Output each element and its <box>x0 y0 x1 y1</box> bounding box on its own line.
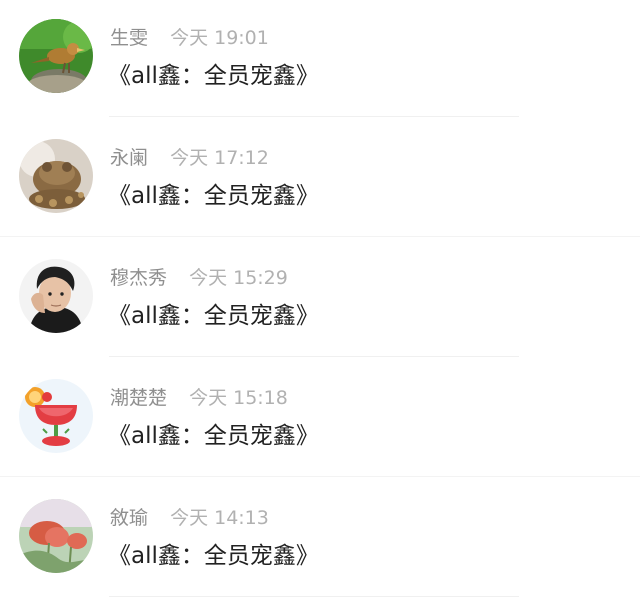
message-text[interactable]: 《all鑫：全员宠鑫》 <box>108 300 319 332</box>
cocktail-avatar-icon <box>19 379 93 453</box>
divider <box>0 476 640 477</box>
divider <box>109 116 519 117</box>
message-meta: 潮楚楚 今天 15:18 <box>110 385 288 411</box>
divider <box>0 236 640 237</box>
timestamp: 今天 19:01 <box>170 27 269 49</box>
message-list-item[interactable]: 潮楚楚 今天 15:18 《all鑫：全员宠鑫》 <box>0 360 640 480</box>
message-list-item[interactable]: 敘瑜 今天 14:13 《all鑫：全员宠鑫》 <box>0 480 640 600</box>
timestamp: 今天 15:29 <box>189 267 288 289</box>
avatar[interactable] <box>19 139 93 213</box>
bird-avatar-icon <box>19 19 93 93</box>
sender-name[interactable]: 穆杰秀 <box>110 265 167 291</box>
avatar[interactable] <box>19 379 93 453</box>
message-text[interactable]: 《all鑫：全员宠鑫》 <box>108 540 319 572</box>
message-list-item[interactable]: 永阑 今天 17:12 《all鑫：全员宠鑫》 <box>0 120 640 240</box>
message-list-item[interactable]: 穆杰秀 今天 15:29 《all鑫：全员宠鑫》 <box>0 240 640 360</box>
message-list-item[interactable]: 生雯 今天 19:01 《all鑫：全员宠鑫》 <box>0 0 640 120</box>
sender-name[interactable]: 敘瑜 <box>110 505 148 531</box>
message-text[interactable]: 《all鑫：全员宠鑫》 <box>108 180 319 212</box>
message-meta: 穆杰秀 今天 15:29 <box>110 265 288 291</box>
message-text[interactable]: 《all鑫：全员宠鑫》 <box>108 60 319 92</box>
timestamp: 今天 14:13 <box>170 507 269 529</box>
message-list: 生雯 今天 19:01 《all鑫：全员宠鑫》 永阑 今天 17:12 《all… <box>0 0 640 597</box>
divider <box>109 356 519 357</box>
message-meta: 敘瑜 今天 14:13 <box>110 505 269 531</box>
sender-name[interactable]: 永阑 <box>110 145 148 171</box>
avatar[interactable] <box>19 499 93 573</box>
toad-statue-avatar-icon <box>19 139 93 213</box>
message-meta: 生雯 今天 19:01 <box>110 25 269 51</box>
person-avatar-icon <box>19 259 93 333</box>
avatar[interactable] <box>19 259 93 333</box>
message-text[interactable]: 《all鑫：全员宠鑫》 <box>108 420 319 452</box>
sender-name[interactable]: 生雯 <box>110 25 148 51</box>
timestamp: 今天 15:18 <box>189 387 288 409</box>
avatar[interactable] <box>19 19 93 93</box>
timestamp: 今天 17:12 <box>170 147 269 169</box>
poppy-flower-avatar-icon <box>19 499 93 573</box>
message-meta: 永阑 今天 17:12 <box>110 145 269 171</box>
sender-name[interactable]: 潮楚楚 <box>110 385 167 411</box>
